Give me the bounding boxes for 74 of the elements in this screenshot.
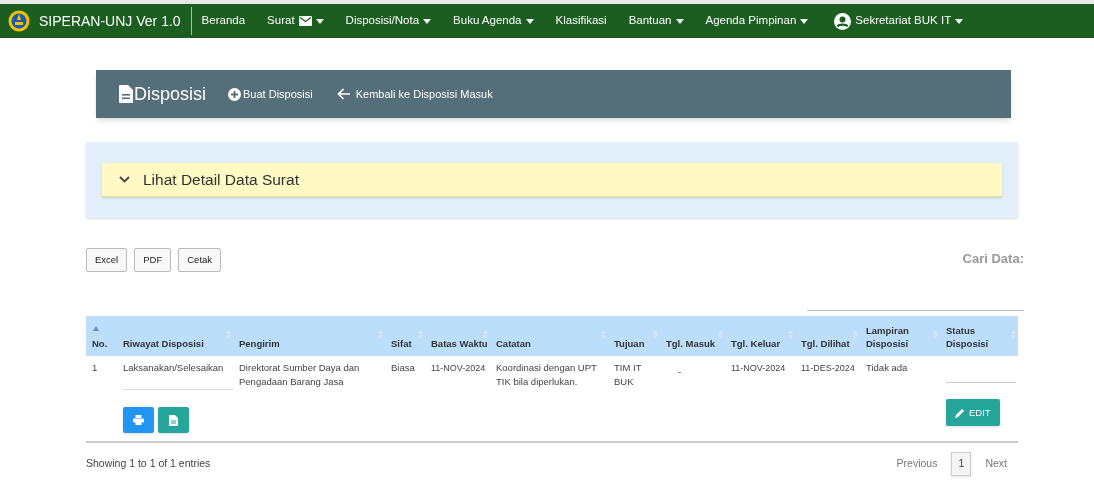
nav-menu-item[interactable]: Bantuan [628, 12, 684, 30]
sort-icon [226, 330, 231, 339]
column-header[interactable]: Riwayat Disposisi [117, 316, 233, 356]
printer-icon [133, 415, 144, 425]
sort-icon [601, 330, 606, 339]
next-page-link[interactable]: Next [985, 456, 1007, 472]
document-icon [119, 85, 133, 103]
caret-icon [315, 18, 324, 24]
university-logo-icon [8, 10, 30, 32]
document-button[interactable] [158, 407, 189, 433]
table-cell-text: TIM IT BUK [614, 361, 643, 389]
column-header[interactable]: Tgl. Masuk [660, 316, 725, 356]
detail-toggle-bar[interactable]: Lihat Detail Data Surat [102, 163, 1002, 197]
nav-menu-item[interactable]: Agenda Pimpinan [705, 12, 809, 30]
sort-icon [653, 330, 658, 339]
previous-page-link[interactable]: Previous [896, 456, 938, 472]
column-header[interactable]: Catatan [490, 316, 608, 356]
caret-icon [525, 18, 534, 24]
back-link[interactable]: Kembali ke Disposisi Masuk [336, 85, 493, 103]
sort-icon [378, 330, 383, 339]
column-header[interactable]: No. [86, 316, 117, 356]
plus-circle-icon [228, 87, 242, 101]
export-button[interactable]: PDF [134, 248, 172, 272]
sort-icon [788, 330, 793, 339]
create-disposition-link[interactable]: Buat Disposisi [228, 85, 313, 103]
page-title: Disposisi [134, 82, 207, 106]
column-header[interactable]: Pengirim [233, 316, 385, 356]
user-avatar-icon [834, 12, 852, 30]
caret-icon [800, 18, 809, 24]
table-cell-text: Laksanakan/Selesaikan [123, 361, 225, 375]
table-cell-text: - [677, 365, 683, 379]
table-cell-text: Koordinasi dengan UPT TIK bila diperlukan. [496, 361, 598, 389]
export-button[interactable]: Excel [86, 248, 128, 272]
app-brand-link[interactable]: SIPERAN-UNJ Ver 1.0 [39, 7, 192, 35]
nav-menu-item[interactable]: Buku Agenda [453, 12, 534, 30]
nav-menu-item[interactable]: Beranda [201, 12, 246, 30]
column-header[interactable]: Sifat [385, 316, 425, 356]
caret-icon [955, 18, 964, 24]
table-cell-text: 11-NOV-2024 [731, 362, 787, 375]
left-arrow-icon [336, 88, 351, 100]
sort-icon [853, 330, 858, 339]
export-button[interactable]: Cetak [178, 248, 222, 272]
sort-icon [718, 330, 723, 339]
table-cell-text: Tidak ada [866, 361, 909, 375]
column-header[interactable]: Batas Waktu [425, 316, 490, 356]
print-button[interactable] [123, 407, 154, 433]
caret-icon [423, 18, 432, 24]
sort-icon [483, 330, 488, 339]
column-header[interactable]: Status Disposisi [940, 316, 1018, 356]
table-cell-text: Biasa [391, 361, 416, 375]
search-label: Cari Data: [962, 250, 1024, 268]
column-header[interactable]: Tujuan [608, 316, 660, 356]
sort-icon [1011, 330, 1016, 339]
page-number-button[interactable]: 1 [951, 452, 972, 476]
table-cell-text: Direktorat Sumber Daya dan Pengadaan Barang Jasa [239, 361, 361, 389]
sort-icon [933, 330, 938, 339]
table-cell-text: 11-NOV-2024 [431, 362, 487, 375]
chevron-icon [119, 176, 130, 183]
nav-menu-item[interactable]: Klasifikasi [555, 12, 607, 30]
document-icon [169, 414, 178, 426]
sort-ascending-icon [93, 326, 99, 331]
sort-icon [418, 330, 423, 339]
table-cell-text: 1 [92, 361, 99, 375]
column-header[interactable]: Tgl. Keluar [725, 316, 795, 356]
column-header[interactable]: Tgl. Dilihat [795, 316, 860, 356]
column-header[interactable]: Lampiran Disposisi [860, 316, 940, 356]
caret-icon [675, 18, 684, 24]
envelope-icon [298, 16, 312, 26]
table-cell-text: 11-DES-2024 [801, 362, 856, 375]
user-menu[interactable]: Sekretariat BUK IT [834, 12, 964, 30]
nav-menu-item[interactable]: Surat [267, 12, 324, 30]
entries-info: Showing 1 to 1 of 1 entries [86, 456, 211, 472]
nav-menu-item[interactable]: Disposisi/Nota [345, 12, 432, 30]
pencil-icon [955, 407, 965, 418]
